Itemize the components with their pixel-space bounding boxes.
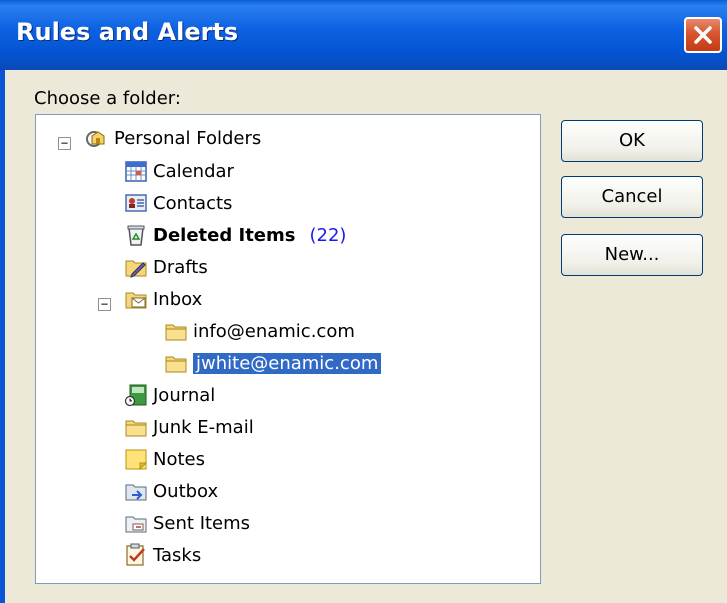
- tree-item-label: Contacts: [153, 192, 233, 214]
- tree-item-journal[interactable]: Journal: [124, 380, 215, 410]
- unread-count-badge: (22): [309, 224, 347, 246]
- tree-item-outbox[interactable]: Outbox: [124, 476, 218, 506]
- folder-tree[interactable]: − Personal Folders Calendar Contacts Del…: [35, 114, 541, 584]
- folder-icon: [125, 420, 147, 437]
- calendar-icon: [125, 161, 147, 182]
- drafts-icon: [125, 260, 147, 278]
- tree-item-jwhite-enamic[interactable]: jwhite@enamic.com: [164, 348, 382, 378]
- tree-item-label: Calendar: [153, 160, 234, 182]
- sent-items-icon: [125, 516, 147, 533]
- inbox-icon: [125, 292, 147, 309]
- tree-item-label: Sent Items: [153, 512, 251, 534]
- tree-item-label: jwhite@enamic.com: [193, 352, 382, 374]
- ok-button[interactable]: OK: [561, 120, 703, 162]
- tree-item-label: Deleted Items: [153, 224, 296, 246]
- outbox-icon: [125, 484, 147, 501]
- tree-item-label: Personal Folders: [114, 127, 262, 149]
- close-button[interactable]: [684, 17, 722, 53]
- tasks-icon: [126, 543, 145, 566]
- tree-item-junk-email[interactable]: Junk E-mail: [124, 412, 254, 442]
- tree-item-calendar[interactable]: Calendar: [124, 156, 234, 186]
- contacts-icon: [125, 194, 147, 212]
- tree-item-info-enamic[interactable]: info@enamic.com: [164, 316, 355, 346]
- cancel-button[interactable]: Cancel: [561, 176, 703, 218]
- tree-item-drafts[interactable]: Drafts: [124, 252, 208, 282]
- tree-item-label: Drafts: [153, 256, 208, 278]
- tree-item-label: Junk E-mail: [153, 416, 254, 438]
- tree-item-label: Inbox: [153, 288, 203, 310]
- tree-item-inbox[interactable]: Inbox: [124, 284, 202, 314]
- title-bar[interactable]: Rules and Alerts: [0, 0, 727, 70]
- notes-icon: [125, 449, 148, 471]
- tree-item-label: Notes: [153, 448, 205, 470]
- rules-and-alerts-dialog: Rules and Alerts Choose a folder: − Pers…: [0, 0, 727, 603]
- personal-folders-icon: [86, 131, 105, 147]
- tree-item-label: Journal: [153, 384, 216, 406]
- tree-item-notes[interactable]: Notes: [124, 444, 205, 474]
- collapse-toggle-inbox[interactable]: −: [98, 298, 111, 311]
- collapse-toggle-personal-folders[interactable]: −: [58, 137, 71, 150]
- close-icon: [694, 26, 712, 44]
- new-button[interactable]: New...: [561, 234, 703, 276]
- tree-item-sent-items[interactable]: Sent Items: [124, 508, 250, 538]
- tree-item-deleted-items[interactable]: Deleted Items (22): [124, 220, 346, 250]
- folder-icon: [165, 356, 187, 373]
- tree-item-personal-folders[interactable]: Personal Folders: [85, 123, 261, 153]
- tree-item-tasks[interactable]: Tasks: [124, 540, 201, 570]
- tree-item-contacts[interactable]: Contacts: [124, 188, 232, 218]
- tree-item-label: Tasks: [153, 544, 202, 566]
- window-frame: [0, 70, 5, 603]
- tree-item-label: info@enamic.com: [193, 320, 355, 342]
- journal-icon: [124, 384, 147, 407]
- window-title: Rules and Alerts: [16, 18, 239, 46]
- deleted-items-icon: [127, 225, 145, 246]
- folder-icon: [165, 324, 187, 341]
- tree-item-label: Outbox: [153, 480, 219, 502]
- choose-folder-label: Choose a folder:: [34, 88, 181, 109]
